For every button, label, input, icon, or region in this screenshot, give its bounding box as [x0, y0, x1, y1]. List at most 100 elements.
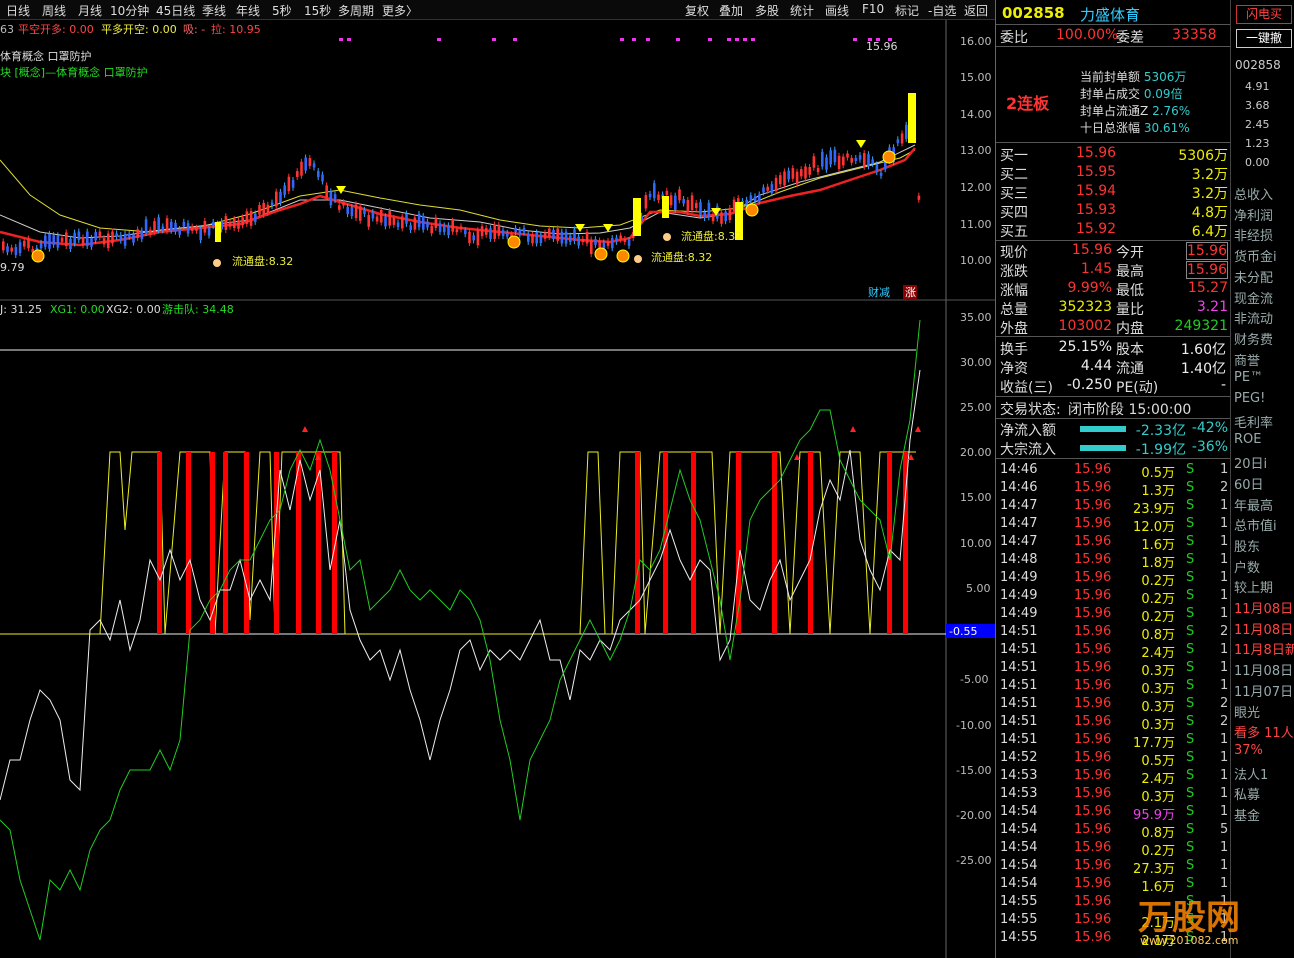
f10-button[interactable]: F10: [862, 2, 884, 16]
tab-quarter[interactable]: 季线: [202, 2, 226, 19]
info-item[interactable]: 看多 11人: [1234, 722, 1294, 741]
info-item[interactable]: 基金: [1234, 805, 1260, 824]
info-item[interactable]: 财务费: [1234, 329, 1273, 348]
sub-axis-m20: -20.00: [956, 809, 991, 822]
mark-button[interactable]: 标记: [895, 2, 919, 19]
info-item[interactable]: 商誉: [1234, 350, 1260, 369]
info-item[interactable]: 非流动: [1234, 308, 1273, 327]
tab-5sec[interactable]: 5秒: [272, 2, 292, 19]
info-item[interactable]: 货币金i: [1234, 246, 1277, 265]
bid-row[interactable]: 买二 15.95 3.2万: [1000, 164, 1230, 183]
info-item[interactable]: 现金流: [1234, 288, 1273, 307]
candle-body: [879, 172, 883, 176]
candle-body: [577, 236, 580, 246]
ma-white: [0, 144, 916, 239]
quote-row: 外盘 103002 内盘 249321: [1000, 318, 1228, 337]
candle-body: [619, 235, 622, 240]
info-item[interactable]: 11月08日: [1234, 660, 1293, 679]
info-item[interactable]: 眼光: [1234, 702, 1260, 721]
kline-chart[interactable]: 63 平空开多: 0.00 平多开空: 0.00 吸: - 拉: 10.95 体…: [0, 20, 995, 958]
candle-body: [237, 220, 240, 229]
stock-name[interactable]: 力盛体育: [1080, 4, 1140, 25]
info-item[interactable]: 11月8日新: [1234, 639, 1294, 658]
info-item[interactable]: 股东: [1234, 536, 1260, 555]
info-item[interactable]: 毛利率: [1234, 412, 1273, 431]
info-item[interactable]: 私募: [1234, 784, 1260, 803]
bid-row[interactable]: 买五 15.92 6.4万: [1000, 221, 1230, 240]
candle-body: [451, 220, 454, 232]
trade-status-value: 闭市阶段 15:00:00: [1068, 402, 1192, 418]
candle-body: [94, 231, 97, 241]
info-item[interactable]: 11月08日: [1234, 598, 1293, 617]
info-item[interactable]: 60日: [1234, 474, 1264, 493]
tick-row: 14:54 15.96 95.9万 S 1: [1000, 804, 1229, 823]
candle-body: [766, 186, 769, 191]
back-button[interactable]: 返回: [964, 2, 988, 19]
info-item[interactable]: 法人1: [1234, 764, 1268, 783]
multi-stock-button[interactable]: 多股: [755, 2, 779, 19]
watchlist-button[interactable]: -自选: [928, 2, 956, 19]
info-item[interactable]: 20日i: [1234, 453, 1267, 472]
tab-more[interactable]: 更多〉: [382, 2, 418, 19]
candle-body: [371, 212, 375, 219]
candle-body: [833, 149, 837, 163]
info-item[interactable]: 净利润: [1234, 205, 1273, 224]
sub-axis-m25: -25.00: [956, 854, 991, 867]
info-item[interactable]: 总收入: [1234, 184, 1273, 203]
tab-multi-period[interactable]: 多周期: [338, 2, 374, 19]
info-item[interactable]: ROE: [1234, 432, 1261, 447]
candle-body: [829, 150, 832, 165]
candle-body: [396, 222, 400, 227]
info-item[interactable]: PEG!: [1234, 391, 1265, 406]
candle-body: [464, 230, 467, 235]
info-item[interactable]: 11月07日: [1234, 681, 1293, 700]
candle-body: [627, 239, 631, 246]
tab-monthly[interactable]: 月线: [78, 2, 102, 19]
buy-signal-icons: [31, 150, 896, 263]
candle-body: [69, 238, 72, 250]
info-item[interactable]: 总市值i: [1234, 515, 1277, 534]
cancel-all-button[interactable]: 一键撤: [1236, 29, 1292, 48]
candle-body: [455, 229, 459, 233]
bid-row[interactable]: 买三 15.94 3.2万: [1000, 183, 1230, 202]
tab-10min[interactable]: 10分钟: [110, 2, 149, 19]
bid-row[interactable]: 买一 15.96 5306万: [1000, 145, 1230, 164]
flash-buy-button[interactable]: 闪电买: [1236, 5, 1292, 24]
info-item[interactable]: 未分配: [1234, 267, 1273, 286]
fund-flow-row: 大宗流入 -1.99亿 -36%: [1000, 439, 1228, 458]
tab-45day[interactable]: 45日线: [156, 2, 195, 19]
draw-button[interactable]: 画线: [825, 2, 849, 19]
restore-button[interactable]: 复权: [685, 2, 709, 19]
info-item[interactable]: 11月08日: [1234, 619, 1293, 638]
tab-daily[interactable]: 日线: [6, 2, 30, 19]
badge-finance[interactable]: 财减: [868, 285, 890, 299]
candle-body: [44, 235, 47, 247]
seal-row-2: 封单占成交 0.09倍: [1080, 87, 1183, 101]
tick-row: 14:49 15.96 0.2万 S 1: [1000, 588, 1229, 607]
candle-body: [6, 246, 9, 253]
info-item[interactable]: 户数: [1234, 557, 1260, 576]
seal-row-1: 当前封单额 5306万: [1080, 70, 1187, 84]
stats-button[interactable]: 统计: [790, 2, 814, 19]
info-item[interactable]: 年最高: [1234, 495, 1273, 514]
tab-weekly[interactable]: 周线: [42, 2, 66, 19]
candle-body: [606, 240, 610, 246]
badge-rise[interactable]: 涨: [905, 286, 916, 299]
candle-body: [690, 195, 694, 210]
bid-row[interactable]: 买四 15.93 4.8万: [1000, 202, 1230, 221]
concept-line-1: 体育概念 口罩防护: [0, 49, 92, 63]
candle-body: [199, 228, 202, 241]
candle-body: [552, 229, 555, 239]
candle-body: [140, 230, 144, 240]
info-item[interactable]: PE™: [1234, 370, 1263, 385]
overlay-button[interactable]: 叠加: [719, 2, 743, 19]
sub-axis-25: 25.00: [960, 401, 992, 414]
info-item[interactable]: 较上期: [1234, 577, 1273, 596]
info-item[interactable]: 非经损: [1234, 225, 1273, 244]
tab-15sec[interactable]: 15秒: [304, 2, 331, 19]
candle-body: [615, 237, 618, 242]
tab-year[interactable]: 年线: [236, 2, 260, 19]
float-share-label-1: 流通盘:8.32: [232, 254, 293, 268]
candle-body: [115, 233, 118, 237]
info-item[interactable]: 37%: [1234, 743, 1263, 758]
